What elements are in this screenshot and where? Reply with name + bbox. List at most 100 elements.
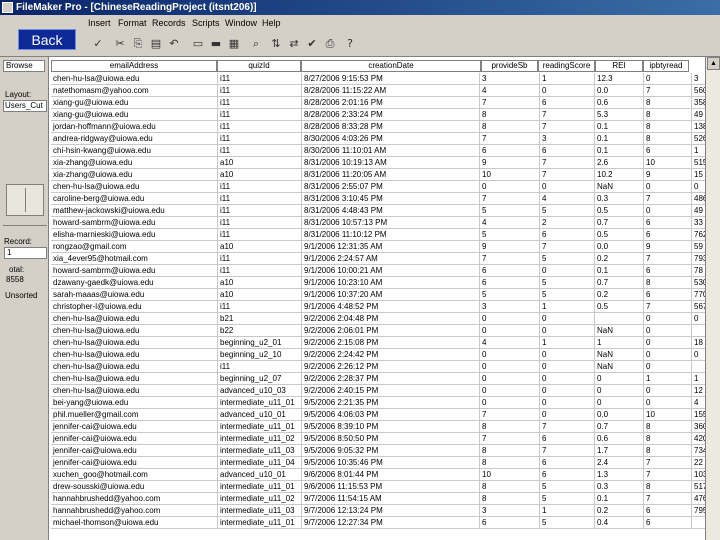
table-cell[interactable]: 7: [479, 133, 539, 145]
table-cell[interactable]: 0.1: [594, 265, 643, 277]
table-cell[interactable]: 5: [479, 229, 539, 241]
table-cell[interactable]: michael-thomson@uiowa.edu: [51, 517, 217, 529]
table-row[interactable]: drew-sousski@uiowa.edu intermediate_u11_0…: [49, 481, 705, 493]
table-cell[interactable]: 0: [539, 313, 594, 325]
table-row[interactable]: jennifer-cai@uiowa.edu intermediate_u11_0…: [49, 445, 705, 457]
table-row[interactable]: chen-hu-lsa@uiowa.edu advanced_u10_03 9/2/…: [49, 385, 705, 397]
table-cell[interactable]: 9/2/2006 2:24:42 PM: [301, 349, 479, 361]
table-cell[interactable]: intermediate_u11_02: [217, 493, 301, 505]
table-cell[interactable]: 7: [539, 445, 594, 457]
undo-icon[interactable]: ↶: [166, 36, 182, 52]
table-cell[interactable]: i11: [217, 361, 301, 373]
table-cell[interactable]: 9/5/2006 10:35:46 PM: [301, 457, 479, 469]
table-cell[interactable]: 10.2: [594, 169, 643, 181]
table-cell[interactable]: a10: [217, 157, 301, 169]
table-cell[interactable]: 5: [539, 481, 594, 493]
cut-icon[interactable]: ✂: [112, 36, 128, 52]
table-cell[interactable]: 0: [539, 325, 594, 337]
table-cell[interactable]: xia-zhang@uiowa.edu: [51, 157, 217, 169]
table-cell[interactable]: 0: [643, 397, 691, 409]
table-cell[interactable]: 762: [691, 229, 705, 241]
table-cell[interactable]: 6: [643, 517, 691, 529]
table-cell[interactable]: 0: [539, 85, 594, 97]
table-cell[interactable]: chen-hu-lsa@uiowa.edu: [51, 385, 217, 397]
table-cell[interactable]: 0: [594, 373, 643, 385]
table-cell[interactable]: a10: [217, 241, 301, 253]
table-cell[interactable]: 6: [479, 277, 539, 289]
table-cell[interactable]: 8: [479, 109, 539, 121]
table-cell[interactable]: 567: [691, 301, 705, 313]
table-cell[interactable]: i11: [217, 205, 301, 217]
table-cell[interactable]: 8: [479, 493, 539, 505]
table-cell[interactable]: 8: [643, 433, 691, 445]
table-row[interactable]: jordan-hoffmann@uiowa.edu i11 8/28/2006 8:…: [49, 121, 705, 133]
table-cell[interactable]: 5: [539, 277, 594, 289]
table-row[interactable]: chi-hsin-kwang@uiowa.edu i11 8/30/2006 11:…: [49, 145, 705, 157]
table-cell[interactable]: 7: [479, 193, 539, 205]
table-cell[interactable]: 7: [643, 193, 691, 205]
table-cell[interactable]: xiang-gu@uiowa.edu: [51, 109, 217, 121]
paste-icon[interactable]: ▤: [148, 36, 164, 52]
record-book-icon[interactable]: [6, 184, 44, 216]
table-cell[interactable]: 5: [539, 205, 594, 217]
table-cell[interactable]: b22: [217, 325, 301, 337]
table-cell[interactable]: 1: [691, 373, 705, 385]
table-cell[interactable]: 9/1/2006 2:24:57 AM: [301, 253, 479, 265]
header-quizid[interactable]: quizId: [217, 60, 301, 72]
table-cell[interactable]: rongzao@gmail.com: [51, 241, 217, 253]
table-cell[interactable]: 0.2: [594, 505, 643, 517]
table-cell[interactable]: 8: [643, 481, 691, 493]
table-cell[interactable]: 8: [643, 445, 691, 457]
table-cell[interactable]: 5: [539, 493, 594, 505]
table-cell[interactable]: 0: [539, 181, 594, 193]
table-cell[interactable]: 526: [691, 133, 705, 145]
table-cell[interactable]: 9/2/2006 2:40:15 PM: [301, 385, 479, 397]
table-cell[interactable]: 0: [643, 361, 691, 373]
table-cell[interactable]: 0.1: [594, 121, 643, 133]
table-cell[interactable]: 22: [691, 457, 705, 469]
table-cell[interactable]: [691, 325, 705, 337]
table-row[interactable]: chen-hu-lsa@uiowa.edu b21 9/2/2006 2:04:48…: [49, 313, 705, 325]
table-cell[interactable]: 10: [643, 157, 691, 169]
table-row[interactable]: jennifer-cai@uiowa.edu intermediate_u11_0…: [49, 421, 705, 433]
table-row[interactable]: chen-hu-lsa@uiowa.edu b22 9/2/2006 2:06:01…: [49, 325, 705, 337]
table-cell[interactable]: i11: [217, 85, 301, 97]
table-cell[interactable]: 7: [479, 409, 539, 421]
table-cell[interactable]: i11: [217, 301, 301, 313]
table-cell[interactable]: 1: [539, 337, 594, 349]
table-cell[interactable]: 6: [643, 145, 691, 157]
table-cell[interactable]: 0: [691, 349, 705, 361]
table-cell[interactable]: i11: [217, 133, 301, 145]
table-cell[interactable]: hannahbrushedd@yahoo.com: [51, 493, 217, 505]
table-cell[interactable]: chen-hu-lsa@uiowa.edu: [51, 181, 217, 193]
help-icon[interactable]: ?: [342, 36, 358, 52]
table-cell[interactable]: 0: [643, 313, 691, 325]
table-cell[interactable]: 0: [691, 313, 705, 325]
table-row[interactable]: dzawany-gaedk@uiowa.edu a10 9/1/2006 10:23…: [49, 277, 705, 289]
table-cell[interactable]: 3: [479, 73, 539, 85]
table-row[interactable]: hannahbrushedd@yahoo.com intermediate_u11…: [49, 505, 705, 517]
table-cell[interactable]: 0.0: [594, 241, 643, 253]
table-cell[interactable]: phil.mueller@gmail.com: [51, 409, 217, 421]
table-cell[interactable]: 1: [643, 373, 691, 385]
table-cell[interactable]: 8: [479, 481, 539, 493]
table-cell[interactable]: 7: [539, 109, 594, 121]
table-cell[interactable]: 7: [643, 253, 691, 265]
table-cell[interactable]: 0.3: [594, 193, 643, 205]
header-email[interactable]: emailAddress: [51, 60, 217, 72]
table-cell[interactable]: i11: [217, 109, 301, 121]
table-cell[interactable]: 793: [691, 253, 705, 265]
table-cell[interactable]: 9/7/2006 12:13:24 PM: [301, 505, 479, 517]
table-cell[interactable]: 8: [643, 109, 691, 121]
table-cell[interactable]: 33: [691, 217, 705, 229]
table-cell[interactable]: 59: [691, 241, 705, 253]
table-cell[interactable]: 7: [643, 85, 691, 97]
table-cell[interactable]: 5: [539, 289, 594, 301]
table-cell[interactable]: 6: [539, 229, 594, 241]
table-cell[interactable]: 9/2/2006 2:06:01 PM: [301, 325, 479, 337]
table-cell[interactable]: 7: [539, 421, 594, 433]
record-slider[interactable]: [3, 220, 47, 226]
table-cell[interactable]: a10: [217, 289, 301, 301]
table-cell[interactable]: 5: [479, 289, 539, 301]
table-cell[interactable]: advanced_u10_01: [217, 469, 301, 481]
